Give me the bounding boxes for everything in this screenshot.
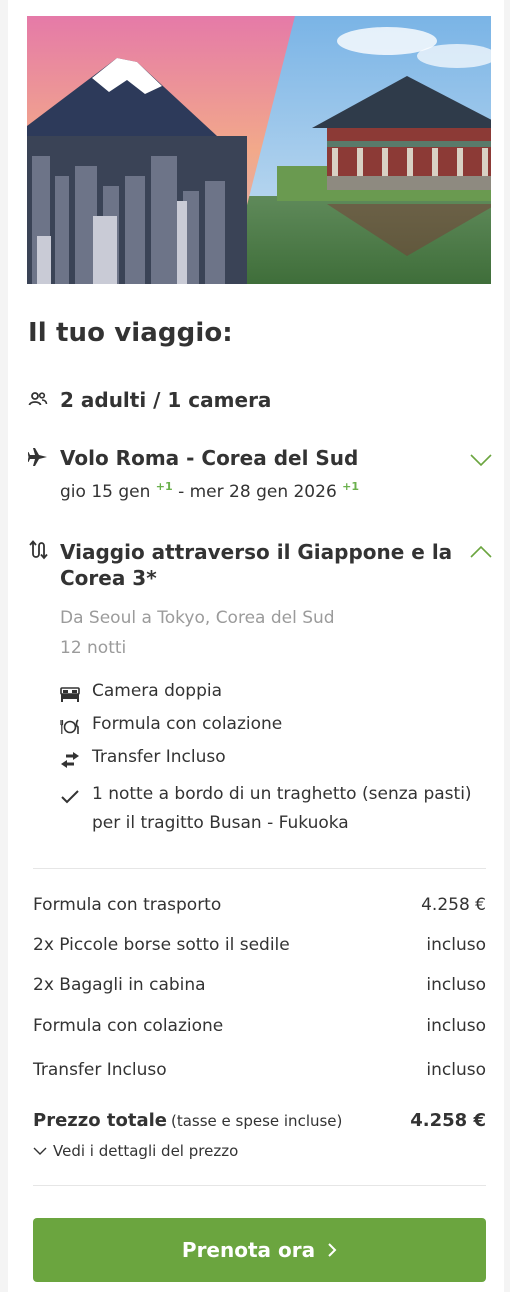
total-label: Prezzo totale (33, 1110, 167, 1131)
page-title: Il tuo viaggio: (28, 318, 233, 348)
chevron-up-icon[interactable] (470, 545, 492, 559)
flight-dates: gio 15 gen +1 - mer 28 gen 2026 +1 (60, 480, 360, 502)
cutlery-icon (60, 719, 79, 734)
route-icon (29, 540, 48, 560)
plane-icon (28, 448, 47, 466)
feature-label: Camera doppia (92, 681, 223, 701)
price-label: Transfer Incluso (33, 1060, 167, 1080)
feature-transfer: Transfer Incluso (60, 747, 226, 772)
tour-nights: 12 notti (60, 638, 127, 658)
return-date: - mer 28 gen 2026 (178, 482, 337, 502)
book-now-label: Prenota ora (181, 1238, 316, 1262)
chevron-down-icon (33, 1147, 47, 1155)
book-now-button[interactable]: Prenota ora (33, 1218, 486, 1282)
day-offset-badge: +1 (155, 480, 173, 493)
feature-ferry: 1 notte a bordo di un traghetto (senza p… (60, 784, 472, 838)
price-value: incluso (426, 1060, 486, 1080)
total-price-value: 4.258 € (410, 1110, 486, 1131)
total-subnote: (tasse e spese incluse) (170, 1112, 343, 1130)
divider (33, 868, 486, 869)
booking-summary-card: Il tuo viaggio: 2 adulti / 1 camera Volo… (8, 0, 504, 1292)
price-label: 2x Bagagli in cabina (33, 975, 206, 995)
price-label: Formula con trasporto (33, 895, 222, 915)
price-value: 4.258 € (421, 895, 486, 915)
chevron-right-icon (328, 1243, 337, 1257)
feature-label: Transfer Incluso (92, 747, 226, 767)
chevron-down-icon[interactable] (470, 453, 492, 467)
feature-label-line: per il tragitto Busan - Fukuoka (92, 813, 349, 833)
tour-title-line1[interactable]: Viaggio attraverso il Giappone e la (60, 540, 452, 564)
total-price-label: Prezzo totale (tasse e spese incluse) (33, 1110, 342, 1131)
transfer-icon (61, 752, 79, 768)
price-details-link[interactable]: Vedi i dettagli del prezzo (33, 1142, 238, 1160)
travellers-label: 2 adulti / 1 camera (60, 388, 272, 412)
day-offset-badge: +1 (342, 480, 360, 493)
price-value: incluso (426, 1016, 486, 1036)
bed-icon (60, 687, 80, 702)
feature-room: Camera doppia (60, 681, 222, 706)
destination-image (27, 16, 491, 284)
tour-route: Da Seoul a Tokyo, Corea del Sud (60, 608, 335, 628)
departure-date: gio 15 gen (60, 482, 151, 502)
feature-label: 1 notte a bordo di un traghetto (senza p… (92, 780, 472, 838)
price-label: Formula con colazione (33, 1016, 224, 1036)
check-icon (61, 790, 79, 804)
price-label: 2x Piccole borse sotto il sedile (33, 935, 290, 955)
details-link-text[interactable]: Vedi i dettagli del prezzo (53, 1142, 238, 1160)
tour-title-line2[interactable]: Corea 3* (60, 566, 157, 590)
feature-label: Formula con colazione (92, 714, 283, 734)
price-value: incluso (426, 975, 486, 995)
flight-title[interactable]: Volo Roma - Corea del Sud (60, 446, 358, 470)
people-icon (28, 392, 48, 406)
price-value: incluso (426, 935, 486, 955)
feature-meals: Formula con colazione (60, 714, 282, 739)
divider (33, 1185, 486, 1186)
feature-label-line: 1 notte a bordo di un traghetto (senza p… (92, 784, 472, 804)
